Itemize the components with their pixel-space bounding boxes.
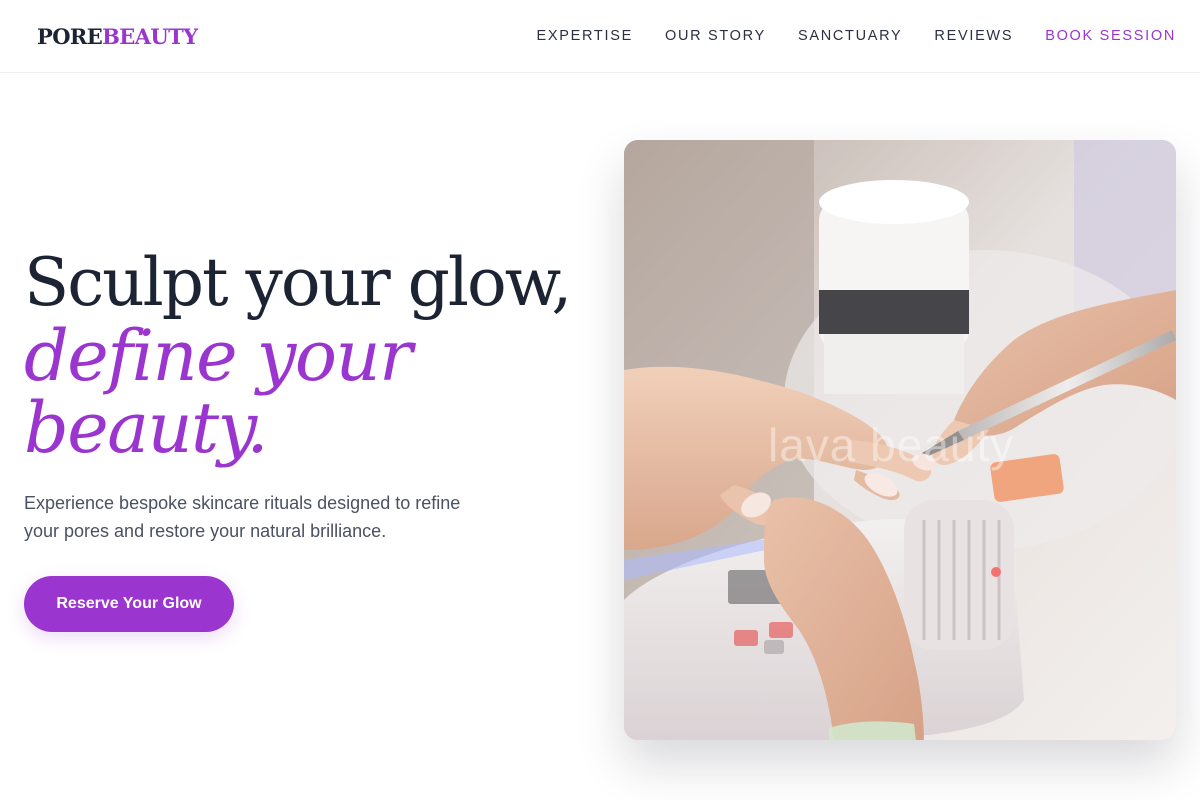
reserve-your-glow-button[interactable]: Reserve Your Glow (24, 576, 234, 632)
nav-link-book-session[interactable]: BOOK SESSION (1045, 26, 1176, 46)
hero-title-line-2: define your (24, 315, 413, 397)
hero-image: lava beauty (624, 140, 1176, 740)
nav-link-sanctuary[interactable]: SANCTUARY (798, 26, 902, 46)
hero-title-line-3: beauty. (24, 387, 269, 469)
site-header: POREBEAUTY EXPERTISE OUR STORY SANCTUARY… (0, 0, 1200, 73)
brand-logo[interactable]: POREBEAUTY (37, 23, 198, 51)
logo-text-pore: PORE (37, 24, 103, 49)
logo-text-beauty: BEAUTY (102, 24, 198, 49)
hero-title-line-1: Sculpt your glow, (24, 244, 572, 321)
hero-description: Experience bespoke skincare rituals desi… (24, 493, 461, 541)
nav-link-expertise[interactable]: EXPERTISE (537, 26, 633, 46)
hero-title: Sculpt your glow, define your beauty. (24, 244, 604, 469)
main-nav: EXPERTISE OUR STORY SANCTUARY REVIEWS BO… (537, 26, 1176, 46)
image-watermark: lava beauty (768, 419, 1015, 471)
nav-link-reviews[interactable]: REVIEWS (934, 26, 1013, 46)
nav-link-our-story[interactable]: OUR STORY (665, 26, 766, 46)
